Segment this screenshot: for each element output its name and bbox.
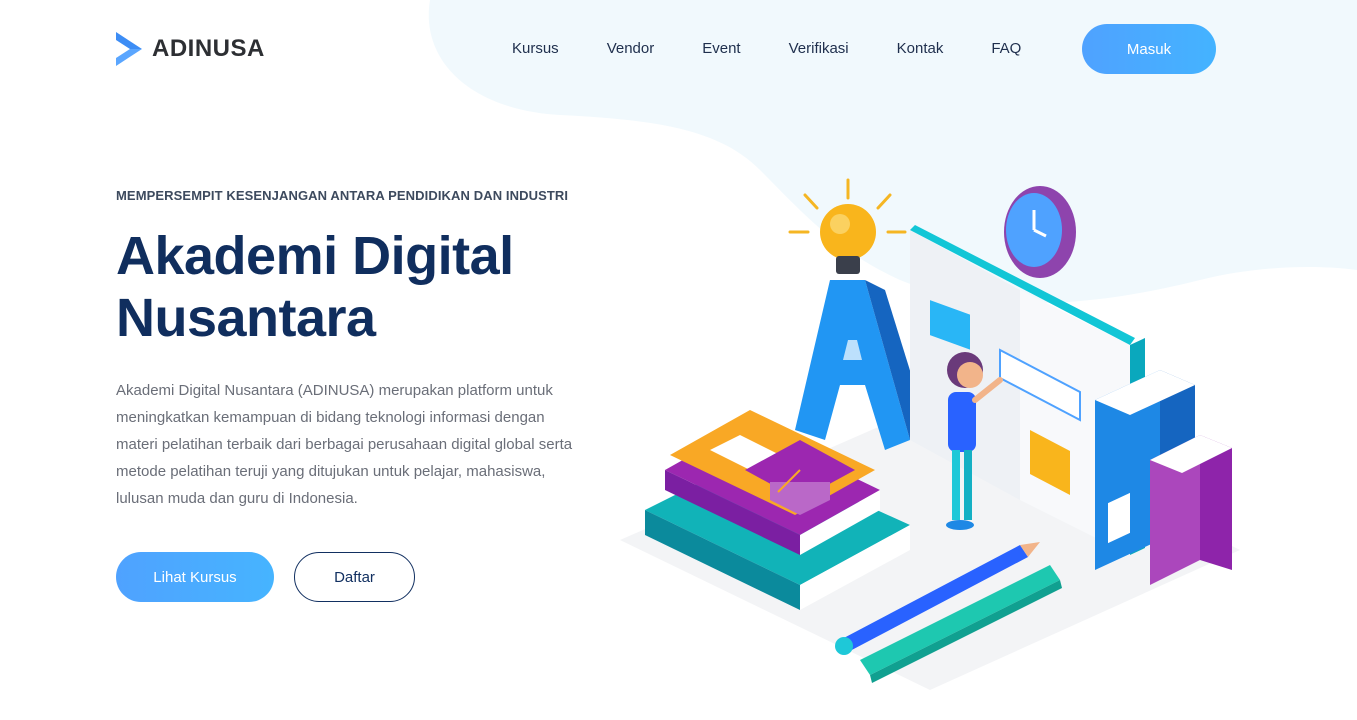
hero-eyebrow: MEMPERSEMPIT KESENJANGAN ANTARA PENDIDIK… <box>116 188 569 203</box>
login-button[interactable]: Masuk <box>1082 24 1216 74</box>
hero-illustration <box>620 178 1240 690</box>
brand-logo[interactable]: ADINUSA <box>116 32 265 66</box>
nav-link-kursus[interactable]: Kursus <box>512 38 559 60</box>
nav-link-verifikasi[interactable]: Verifikasi <box>789 38 849 60</box>
hero-title-line2: Nusantara <box>116 288 376 348</box>
register-button[interactable]: Daftar <box>294 552 415 602</box>
brand-name: ADINUSA <box>152 35 265 62</box>
view-courses-button[interactable]: Lihat Kursus <box>116 552 274 602</box>
nav-link-faq[interactable]: FAQ <box>991 38 1021 60</box>
letter-a-shape <box>795 280 930 450</box>
standing-books <box>1095 370 1232 585</box>
hero-description: Akademi Digital Nusantara (ADINUSA) meru… <box>116 382 573 507</box>
clock-icon <box>1004 186 1076 278</box>
hero-section: MEMPERSEMPIT KESENJANGAN ANTARA PENDIDIK… <box>116 188 596 602</box>
top-navbar: ADINUSA Kursus Vendor Event Verifikasi K… <box>0 0 1357 100</box>
light-bulb-icon <box>820 204 876 274</box>
arrow-logo-icon <box>116 32 142 66</box>
main-nav: Kursus Vendor Event Verifikasi Kontak FA… <box>512 38 1021 60</box>
hero-title-line1: Akademi Digital <box>116 226 514 286</box>
nav-link-event[interactable]: Event <box>702 38 740 60</box>
nav-link-kontak[interactable]: Kontak <box>897 38 944 60</box>
hero-actions: Lihat Kursus Daftar <box>116 552 596 602</box>
hero-title: Akademi Digital Nusantara <box>116 225 596 349</box>
nav-link-vendor[interactable]: Vendor <box>607 38 655 60</box>
